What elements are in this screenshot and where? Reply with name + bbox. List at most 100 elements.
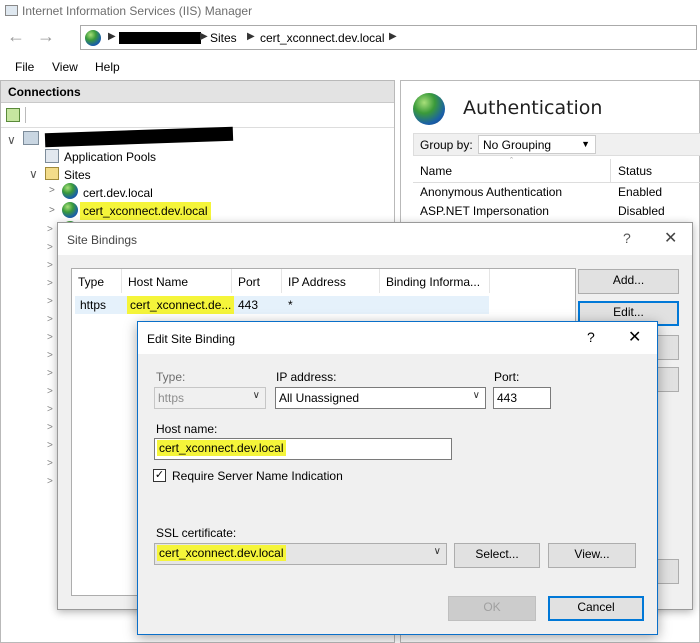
row-host: cert_xconnect.de... bbox=[127, 296, 235, 314]
group-by-select[interactable]: No Grouping ▼ bbox=[478, 135, 596, 154]
chevron-right-icon: ▶ bbox=[389, 31, 397, 42]
type-select: https ∨ bbox=[154, 387, 266, 409]
tree-item-app-pools[interactable]: Application Pools bbox=[64, 150, 156, 164]
group-by-value: No Grouping bbox=[483, 138, 552, 152]
collapsed-chevron-icon[interactable]: > bbox=[49, 205, 55, 216]
server-icon bbox=[23, 131, 39, 145]
dropdown-arrow-icon: ▼ bbox=[581, 139, 590, 149]
sni-checkbox[interactable]: ✓ bbox=[153, 469, 166, 482]
col-type[interactable]: Type bbox=[72, 269, 122, 293]
port-field[interactable]: 443 bbox=[493, 387, 551, 409]
view-button[interactable]: View... bbox=[548, 543, 636, 568]
window-title: Internet Information Services (IIS) Mana… bbox=[22, 4, 253, 18]
host-name-label: Host name: bbox=[156, 422, 218, 436]
tree-item-site-selected[interactable]: cert_xconnect.dev.local bbox=[80, 202, 211, 220]
tree-item-sites[interactable]: Sites bbox=[64, 168, 91, 182]
connections-header: Connections bbox=[1, 81, 394, 103]
menu-file[interactable]: File bbox=[15, 60, 34, 74]
type-value: https bbox=[158, 391, 185, 405]
globe-icon bbox=[85, 30, 101, 46]
col-binding-info[interactable]: Binding Informa... bbox=[380, 269, 490, 293]
dialog-title: Edit Site Binding bbox=[147, 332, 236, 346]
group-by-label: Group by: bbox=[420, 138, 473, 152]
table-row[interactable]: https cert_xconnect.de... 443 * bbox=[75, 296, 489, 314]
menu-bar: File View Help bbox=[0, 56, 700, 78]
ip-address-value: All Unassigned bbox=[279, 391, 360, 405]
sni-label: Require Server Name Indication bbox=[172, 469, 343, 483]
host-name-field[interactable]: cert_xconnect.dev.local bbox=[154, 438, 452, 460]
auth-row-name[interactable]: ASP.NET Impersonation bbox=[420, 204, 549, 218]
app-pools-icon bbox=[45, 149, 59, 163]
redacted-server-name bbox=[119, 32, 201, 44]
ssl-certificate-label: SSL certificate: bbox=[156, 526, 237, 540]
chevron-right-icon: ▶ bbox=[108, 31, 116, 42]
ssl-certificate-value: cert_xconnect.dev.local bbox=[157, 545, 286, 561]
auth-row-status: Disabled bbox=[618, 204, 665, 218]
expand-chevron-icon[interactable]: ∨ bbox=[7, 133, 16, 147]
globe-icon bbox=[62, 183, 78, 199]
col-ip-address[interactable]: IP Address bbox=[282, 269, 380, 293]
close-icon[interactable]: ✕ bbox=[628, 327, 641, 347]
cancel-button[interactable]: Cancel bbox=[548, 596, 644, 621]
dialog-title-bar: Site Bindings ? ✕ bbox=[58, 223, 692, 255]
expand-chevron-icon[interactable]: ∨ bbox=[29, 167, 38, 181]
col-status[interactable]: Status bbox=[618, 164, 652, 178]
close-icon[interactable]: ✕ bbox=[664, 228, 677, 248]
dropdown-arrow-icon: ∨ bbox=[472, 390, 480, 401]
chevron-right-icon: ▶ bbox=[200, 31, 208, 42]
port-value: 443 bbox=[497, 391, 518, 405]
row-port: 443 bbox=[238, 298, 259, 312]
add-button[interactable]: Add... bbox=[578, 269, 679, 294]
sites-folder-icon bbox=[45, 167, 59, 180]
type-label: Type: bbox=[156, 370, 186, 384]
row-ip: * bbox=[288, 298, 293, 312]
chevron-right-icon: ▶ bbox=[247, 31, 255, 42]
dropdown-arrow-icon: ∨ bbox=[433, 546, 441, 557]
help-icon[interactable]: ? bbox=[587, 329, 595, 345]
toolbar-separator bbox=[25, 107, 26, 123]
remove-button[interactable] bbox=[656, 335, 679, 360]
address-bar[interactable]: ▶ ▶ Sites ▶ cert_xconnect.dev.local ▶ bbox=[80, 25, 697, 50]
ip-address-label: IP address: bbox=[276, 370, 337, 384]
menu-help[interactable]: Help bbox=[95, 60, 120, 74]
browse-button[interactable] bbox=[656, 367, 679, 392]
back-arrow-icon[interactable]: ← bbox=[4, 25, 28, 49]
auth-row-name[interactable]: Anonymous Authentication bbox=[420, 185, 562, 199]
globe-icon bbox=[62, 202, 78, 218]
dropdown-arrow-icon: ∨ bbox=[252, 390, 260, 401]
column-divider bbox=[610, 159, 611, 183]
window-title-bar: Internet Information Services (IIS) Mana… bbox=[0, 0, 700, 22]
col-host-name[interactable]: Host Name bbox=[122, 269, 232, 293]
ip-address-select[interactable]: All Unassigned ∨ bbox=[275, 387, 486, 409]
tree-item-site[interactable]: cert.dev.local bbox=[83, 186, 153, 200]
dialog-title: Site Bindings bbox=[67, 233, 138, 247]
redacted-server-node bbox=[44, 126, 234, 148]
page-title: Authentication bbox=[463, 97, 603, 119]
host-name-value: cert_xconnect.dev.local bbox=[157, 440, 286, 456]
breadcrumb-sites[interactable]: Sites bbox=[210, 31, 237, 45]
auth-row-status: Enabled bbox=[618, 185, 663, 199]
tree-collapsed-markers: > > > > > > > > > > > > > > > bbox=[47, 224, 53, 487]
breadcrumb-site[interactable]: cert_xconnect.dev.local bbox=[260, 31, 385, 45]
connections-title: Connections bbox=[8, 85, 81, 99]
connect-icon[interactable] bbox=[6, 108, 20, 122]
collapsed-chevron-icon[interactable]: > bbox=[49, 185, 55, 196]
auth-table-header: Name ˆ Status bbox=[413, 156, 700, 183]
close-button[interactable] bbox=[656, 559, 679, 584]
connections-toolbar bbox=[1, 104, 394, 128]
globe-icon bbox=[413, 93, 445, 125]
iis-app-icon bbox=[5, 5, 18, 16]
sort-arrow-icon: ˆ bbox=[510, 156, 513, 166]
ssl-certificate-select[interactable]: cert_xconnect.dev.local ∨ bbox=[154, 543, 447, 565]
dialog-title-bar: Edit Site Binding ? ✕ bbox=[138, 322, 657, 354]
group-by-bar: Group by: No Grouping ▼ bbox=[413, 133, 700, 156]
help-icon[interactable]: ? bbox=[623, 230, 631, 246]
col-port[interactable]: Port bbox=[232, 269, 282, 293]
menu-view[interactable]: View bbox=[52, 60, 78, 74]
select-button[interactable]: Select... bbox=[454, 543, 540, 568]
row-type: https bbox=[80, 298, 107, 312]
ok-button[interactable]: OK bbox=[448, 596, 536, 621]
col-name[interactable]: Name bbox=[420, 164, 452, 178]
port-label: Port: bbox=[494, 370, 520, 384]
forward-arrow-icon[interactable]: → bbox=[34, 25, 58, 49]
